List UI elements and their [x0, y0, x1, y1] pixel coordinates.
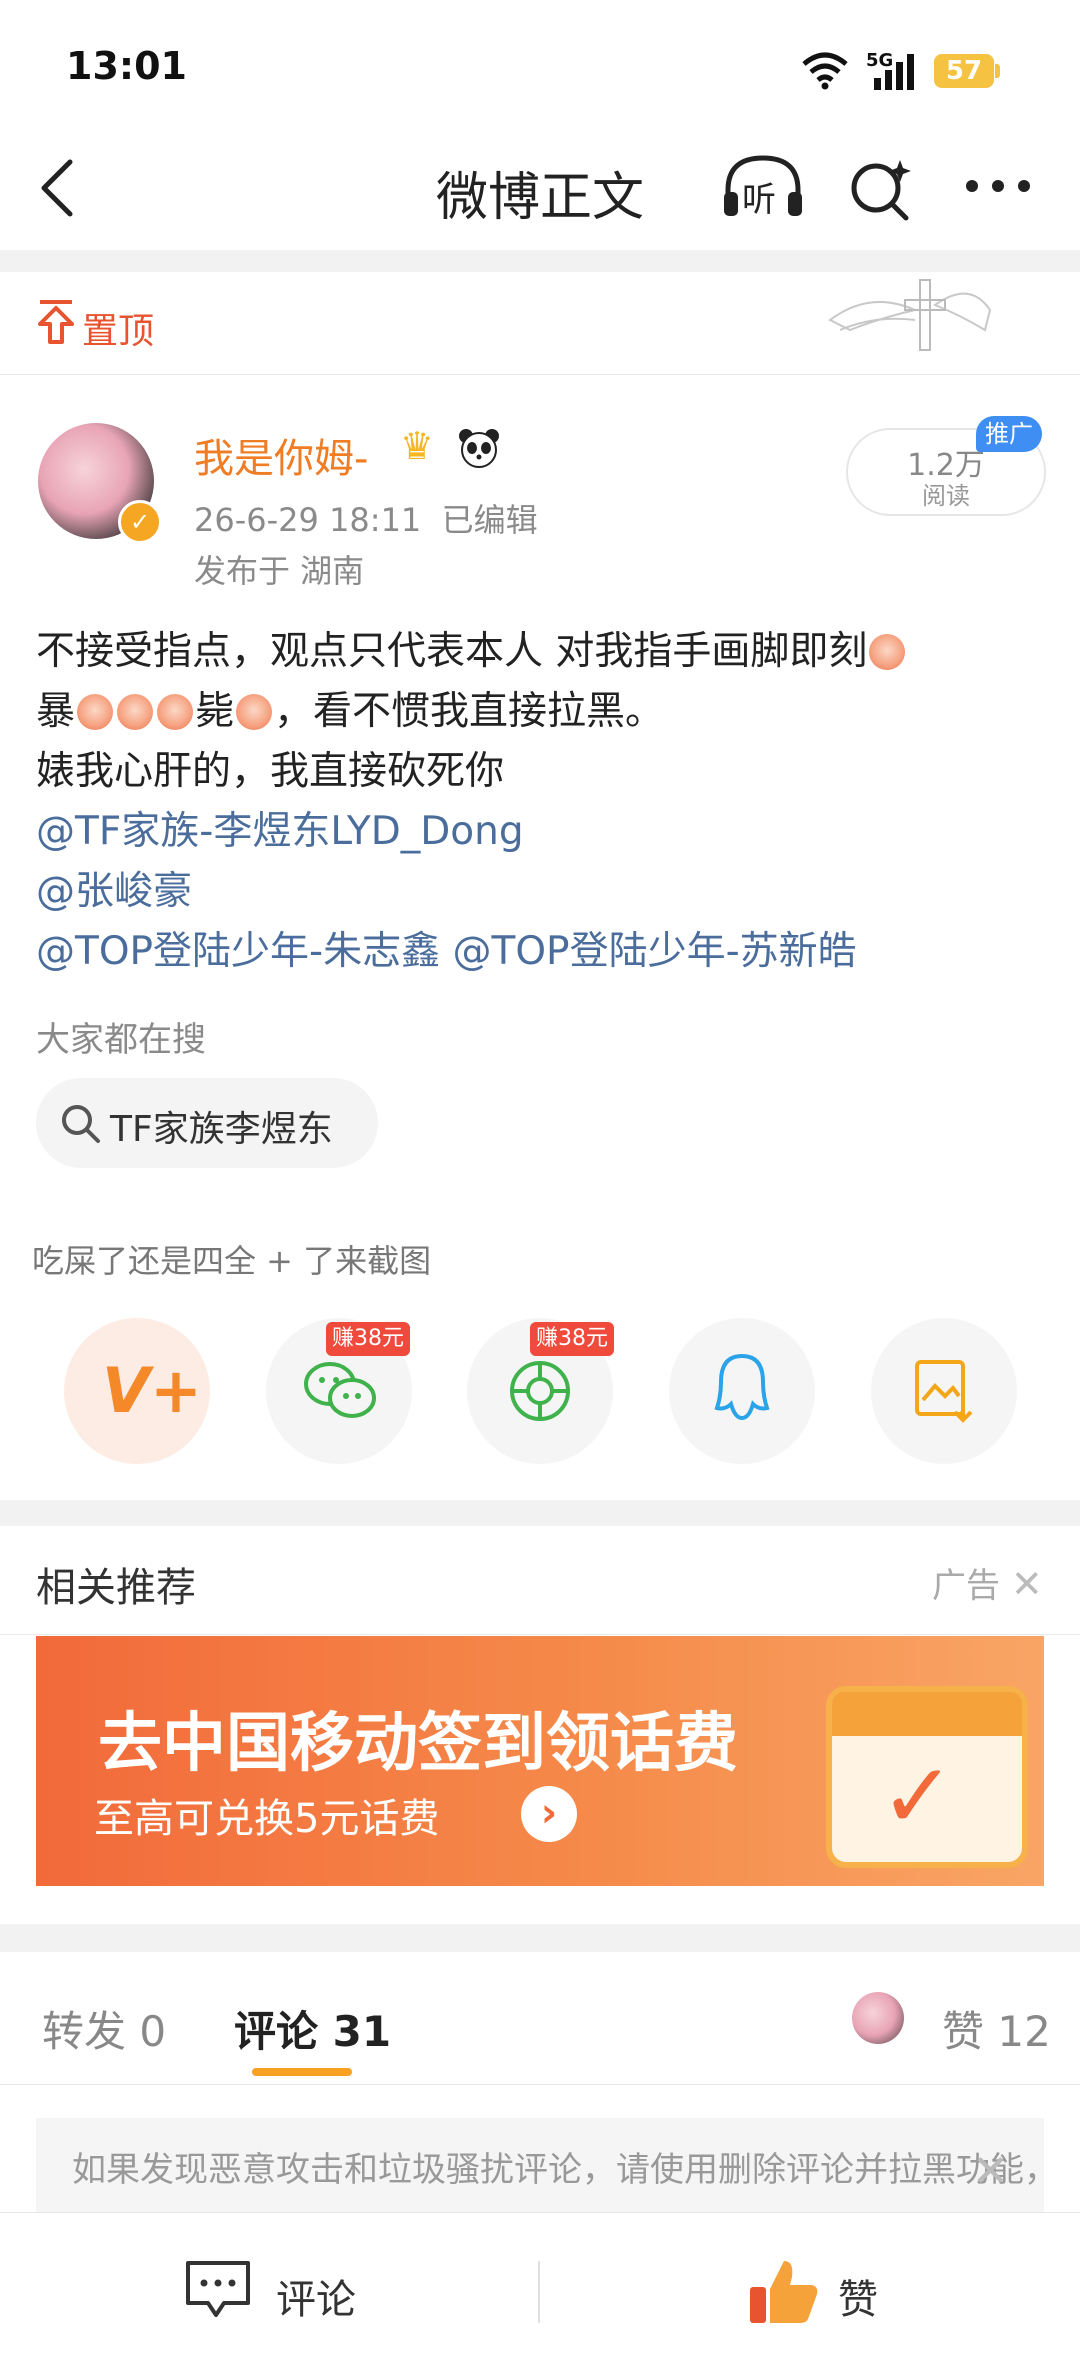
comment-icon [186, 2261, 250, 2317]
wechat-icon [304, 1362, 376, 1418]
tab-comment[interactable]: 评论 31 [234, 1998, 391, 2059]
listen-button[interactable]: 听 [720, 152, 806, 222]
battery-indicator: 57 [934, 54, 994, 88]
section-divider [0, 1500, 1080, 1526]
panda-icon [459, 429, 499, 468]
trending-search-chip[interactable]: TF家族李煜东 [36, 1078, 378, 1168]
post-meta: 26-6-29 18:11 已编辑 [194, 495, 538, 541]
trending-search-hint: 大家都在搜 [36, 1020, 206, 1060]
earn-tag: 赚38元 [326, 1322, 410, 1356]
pin-label: 置顶 [82, 311, 155, 352]
bottom-action-bar: 评论 赞 [0, 2212, 1080, 2375]
section-divider [0, 1924, 1080, 1952]
emoji-icon [117, 694, 154, 730]
thumbs-up-icon [750, 2261, 818, 2323]
trending-search-text: TF家族李煜东 [110, 1109, 333, 1150]
section-divider [0, 250, 1080, 272]
mention-link[interactable]: @TOP登陆少年-苏新皓 [453, 929, 857, 974]
divider-line [0, 374, 1080, 375]
post-text-segment: 毙 [195, 689, 235, 734]
edited-label: 已编辑 [441, 501, 538, 539]
post-text-line2: 暴 毙 ，看不惯我直接拉黑。 [36, 680, 664, 736]
mention-link[interactable]: @TOP登陆少年-朱志鑫 [36, 929, 440, 974]
wings-cross-decoration [828, 279, 992, 351]
listen-label: 听 [742, 180, 776, 220]
post-text-segment: ，看不惯我直接拉黑。 [274, 689, 665, 734]
ad-banner[interactable]: 去中国移动签到领话费 至高可兑换5元话费 › ✓ [36, 1636, 1044, 1886]
ad-label[interactable]: 广告 ✕ [932, 1558, 1043, 1607]
save-image-icon [915, 1360, 973, 1423]
search-sparkle-icon[interactable] [846, 154, 916, 224]
qq-icon [714, 1353, 770, 1421]
post-text-segment: 暴 [36, 689, 76, 734]
divider-line [0, 1634, 1080, 1635]
comment-notice: 如果发现恶意攻击和垃圾骚扰评论，请使用删除评论并拉黑功能，评论者将会根据被处置次… [36, 2118, 1044, 2214]
mention-link[interactable]: @张峻豪 [36, 860, 192, 916]
status-time: 13:01 [66, 44, 187, 88]
username[interactable]: 我是你姆- [194, 426, 368, 484]
ad-banner-subline: 至高可兑换5元话费 [94, 1796, 440, 1842]
crown-icon: ♛ [400, 424, 435, 468]
close-icon[interactable]: ✕ [1011, 1562, 1043, 1606]
related-title: 相关推荐 [36, 1565, 196, 1611]
bottom-divider [538, 2261, 540, 2323]
search-icon [62, 1105, 100, 1143]
liker-avatar[interactable] [852, 1992, 904, 2044]
like-button[interactable] [746, 2253, 822, 2329]
moments-icon [510, 1361, 570, 1421]
verified-icon: ✓ [118, 500, 162, 544]
emoji-icon [157, 694, 194, 730]
share-caption: 吃屎了还是四全 + 了来截图 [32, 1242, 432, 1280]
more-icon[interactable] [964, 176, 1034, 196]
tab-like[interactable]: 赞 12 [942, 1998, 1051, 2059]
ad-banner-headline: 去中国移动签到领话费 [98, 1707, 738, 1781]
share-vplus-button[interactable]: V+ [64, 1318, 210, 1464]
page-title-text: 微博正文 [435, 168, 644, 228]
post-timestamp: 26-6-29 18:11 [194, 501, 422, 539]
post-text-line3: 婊我心肝的，我直接砍死你 [36, 749, 505, 794]
emoji-icon [869, 634, 906, 670]
chevron-right-icon: › [521, 1786, 577, 1842]
comment-button-label[interactable]: 评论 [276, 2267, 356, 2325]
promo-badge: 推广 [976, 416, 1042, 452]
vplus-icon: V+ [102, 1354, 202, 1427]
signal-icon [874, 54, 914, 90]
earn-tag: 赚38元 [530, 1322, 614, 1356]
post-location: 发布于 湖南 [194, 552, 365, 590]
battery-tip [995, 64, 1000, 78]
pin-icon [38, 300, 74, 344]
post-text-segment: 不接受指点，观点只代表本人 对我指手画脚即刻 [36, 629, 868, 674]
post-text-line1: 不接受指点，观点只代表本人 对我指手画脚即刻 [36, 620, 907, 676]
ad-label-text: 广告 [932, 1566, 1000, 1606]
wifi-icon [802, 52, 848, 90]
read-label: 阅读 [922, 482, 970, 510]
divider-line [0, 2084, 1080, 2085]
save-image-button[interactable] [871, 1318, 1017, 1464]
like-button-label[interactable]: 赞 [838, 2267, 878, 2325]
page-title: 微博正文 [0, 155, 1080, 230]
calendar-icon: ✓ [826, 1686, 1028, 1868]
comment-notice-text: 如果发现恶意攻击和垃圾骚扰评论，请使用删除评论并拉黑功能，评论者将会根据被处置次… [72, 2150, 1044, 2190]
active-tab-indicator [252, 2068, 352, 2076]
mention-line: @TOP登陆少年-朱志鑫 @TOP登陆少年-苏新皓 [36, 920, 857, 976]
tab-repost[interactable]: 转发 0 [42, 1998, 166, 2059]
close-icon[interactable]: ✕ [972, 2146, 1009, 2197]
emoji-icon [77, 694, 114, 730]
emoji-icon [236, 694, 273, 730]
mention-link[interactable]: @TF家族-李煜东LYD_Dong [36, 800, 524, 856]
share-qq-button[interactable] [669, 1318, 815, 1464]
